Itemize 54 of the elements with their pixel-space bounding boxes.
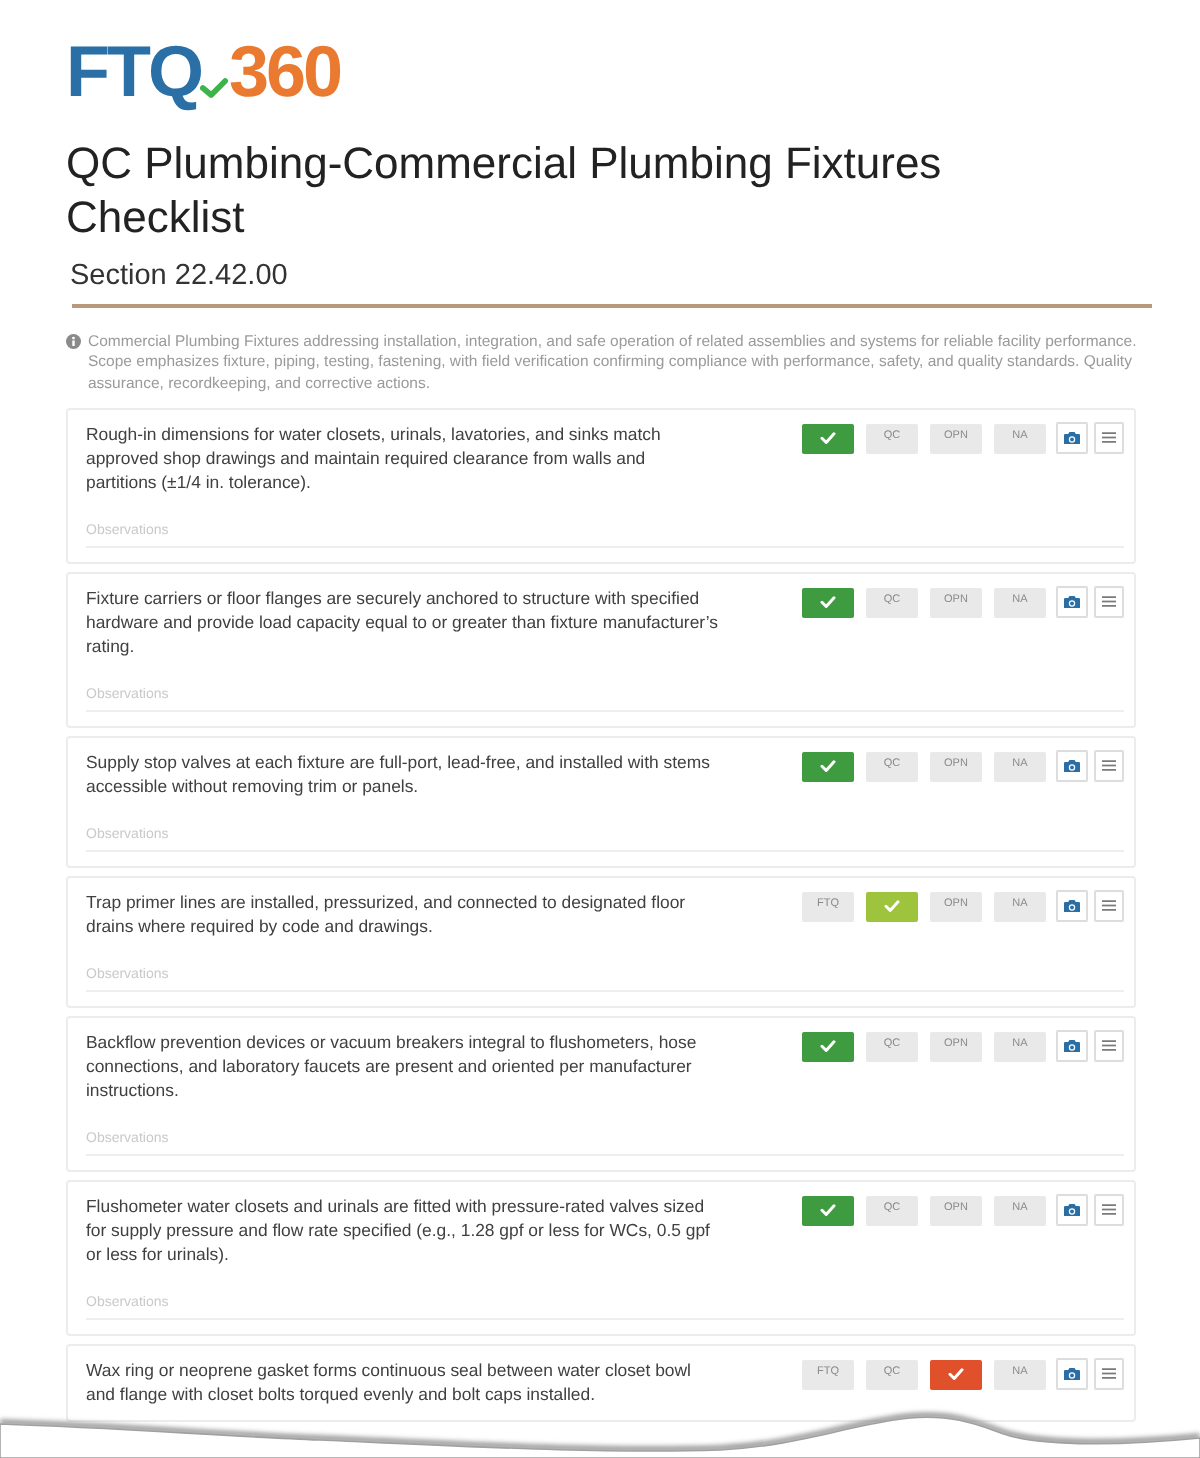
camera-icon [1064,595,1080,609]
selected-option-button[interactable] [802,1031,854,1061]
checklist-item-text: Trap primer lines are installed, pressurized, and connected to designated floor drains where required by code and drawings. [86,890,688,938]
menu-button[interactable] [1094,890,1124,922]
menu-button[interactable] [1094,1030,1124,1062]
check-icon [820,1204,836,1216]
menu-button[interactable] [1094,422,1124,454]
menu-button[interactable] [1094,586,1124,618]
info-icon [66,334,81,349]
camera-button[interactable] [1056,586,1088,618]
menu-icon [1102,760,1116,772]
check-icon [820,596,836,608]
checklist-item-text: Rough-in dimensions for water closets, urinals, lavatories, and sinks match approved shop drawings and maintain required clearance from walls and partitions (±1/4 in. tolerance). [86,422,663,494]
menu-icon [1102,1368,1116,1380]
camera-button[interactable] [1056,1194,1088,1226]
menu-button[interactable] [1094,1194,1124,1226]
camera-icon [1064,1203,1080,1217]
camera-button[interactable] [1056,750,1088,782]
menu-icon [1102,900,1116,912]
camera-icon [1064,431,1080,445]
menu-icon [1102,1204,1116,1216]
check-icon [200,78,229,98]
page-title: QC Plumbing-Commercial Plumbing Fixtures Checklist [66,136,944,244]
check-icon [820,1040,836,1052]
logo-wordmark: FTQ [66,36,201,108]
camera-button[interactable] [1056,1358,1088,1390]
checklist-item-text: Backflow prevention devices or vacuum breakers integral to flushometers, hose connections, and laboratory faucets are present and oriented per manufacturer instructions. [86,1030,699,1102]
camera-icon [1064,899,1080,913]
check-icon [884,900,900,912]
camera-button[interactable] [1056,422,1088,454]
section-number: Section 22.42.00 [70,258,288,294]
menu-button[interactable] [1094,750,1124,782]
check-icon [820,760,836,772]
checklist-item-text: Fixture carriers or floor flanges are securely anchored to structure with specified hardware and provide load capacity equal to or greater than fixture manufacturer’s rating. [86,586,720,658]
check-icon [820,432,836,444]
menu-icon [1102,432,1116,444]
checklist-item-text: Wax ring or neoprene gasket forms continuous seal between water closet bowl and flange with closet bolts torqued evenly and bolt caps installed. [86,1358,693,1406]
selected-option-button[interactable] [802,587,854,617]
selected-option-button[interactable] [802,751,854,781]
check-icon [948,1368,964,1380]
selected-option-button[interactable] [802,1195,854,1225]
camera-icon [1064,1039,1080,1053]
selected-option-button[interactable] [802,423,854,453]
camera-icon [1064,1367,1080,1381]
checklist-item-text: Flushometer water closets and urinals are fitted with pressure-rated valves sized for supply pressure and flow rate specified (e.g., 1.28 gpf or less for WCs, 0.5 gpf or less for urinals). [86,1194,712,1266]
checklist-item-text: Supply stop valves at each fixture are full-port, lead-free, and installed with stems accessible without removing trim or panels. [86,750,712,798]
menu-icon [1102,596,1116,608]
camera-button[interactable] [1056,1030,1088,1062]
menu-icon [1102,1040,1116,1052]
camera-button[interactable] [1056,890,1088,922]
camera-icon [1064,759,1080,773]
selected-option-button[interactable] [930,1359,982,1389]
menu-button[interactable] [1094,1358,1124,1390]
logo-number: 360 [228,36,341,108]
